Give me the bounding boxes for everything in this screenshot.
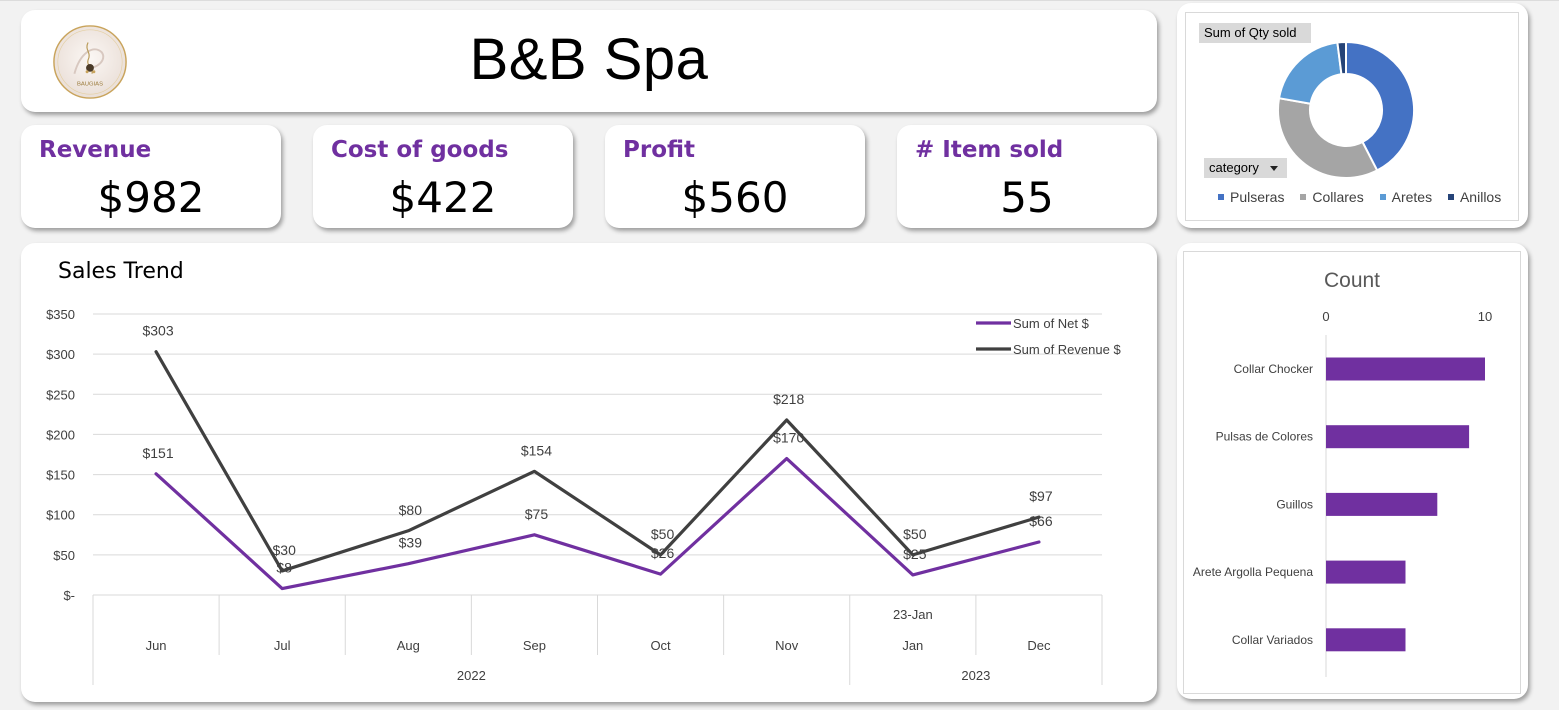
data-label: $50 — [903, 526, 927, 542]
x-tick-label: Nov — [775, 638, 799, 653]
kpi-card-cost: Cost of goods $422 — [313, 125, 573, 228]
count-bar — [1326, 425, 1470, 449]
kpi-value: $982 — [97, 173, 205, 222]
top-border — [0, 0, 1559, 1]
kpi-label: # Item sold — [915, 137, 1064, 163]
count-bar — [1326, 628, 1406, 652]
donut-slice-aretes — [1277, 41, 1343, 105]
kpi-value: $422 — [389, 173, 497, 222]
kpi-card-revenue: Revenue $982 — [21, 125, 281, 228]
y-tick-label: $100 — [46, 508, 75, 523]
kpi-card-items: # Item sold 55 — [897, 125, 1157, 228]
kpi-label: Profit — [623, 137, 696, 163]
legend-swatch — [1218, 194, 1224, 200]
data-label: $303 — [142, 323, 173, 339]
data-label: $26 — [651, 545, 675, 561]
y-tick-label: $250 — [46, 387, 75, 402]
x-tick-label: 10 — [1478, 309, 1492, 324]
legend-label: Sum of Net $ — [1013, 316, 1090, 331]
donut-legend: Pulseras Collares Aretes Anillos — [1218, 189, 1518, 205]
x-tick-label: Dec — [1027, 638, 1051, 653]
page-title: B&B Spa — [469, 27, 709, 92]
data-label: $80 — [399, 502, 423, 518]
category-label: category — [1209, 160, 1259, 175]
data-label: $8 — [276, 560, 292, 576]
data-label: $50 — [651, 526, 675, 542]
legend-label: Pulseras — [1230, 189, 1285, 205]
triangle-down-icon[interactable] — [1270, 166, 1278, 171]
data-label: $25 — [903, 546, 927, 562]
category-label: Pulsas de Colores — [1216, 430, 1313, 444]
x-tick-label: 0 — [1322, 309, 1329, 324]
category-label: Arete Argolla Pequena — [1193, 565, 1313, 579]
count-bar — [1326, 492, 1438, 516]
count-chart: Count 0 10 Collar Chocker Pulsas de Colores G… — [1193, 269, 1492, 677]
legend-label: Anillos — [1459, 189, 1502, 205]
data-label: $75 — [525, 506, 549, 522]
x-tick-label: Aug — [397, 638, 420, 653]
kpi-card-profit: Profit $560 — [605, 125, 865, 228]
x-tick-label: Jun — [146, 638, 167, 653]
x-sub-label: 23-Jan — [893, 607, 933, 622]
donut-slices — [1277, 40, 1415, 179]
legend-swatch — [1300, 194, 1307, 200]
kpi-label: Revenue — [39, 137, 152, 163]
y-tick-label: $300 — [46, 347, 75, 362]
y-tick-label: $350 — [46, 307, 75, 322]
legend-item-aretes: Aretes — [1379, 189, 1433, 205]
x-tick-label: Sep — [523, 638, 546, 653]
x-tick-label: Oct — [650, 638, 671, 653]
category-field-button[interactable]: category — [1204, 158, 1287, 178]
legend-swatch — [1379, 194, 1386, 200]
y-tick-label: $200 — [46, 427, 75, 442]
count-chart-title: Count — [1324, 269, 1380, 292]
count-card: Count 0 10 Collar Chocker Pulsas de Colores G… — [1177, 243, 1528, 699]
data-label: $30 — [273, 542, 297, 558]
donut-chart-area[interactable]: Sum of Qty sold category Pulseras Collar… — [1185, 12, 1519, 221]
category-label: Collar Variados — [1232, 633, 1313, 647]
legend-item-collares: Collares — [1300, 189, 1364, 205]
y-tick-label: $50 — [53, 548, 75, 563]
donut-card: Sum of Qty sold category Pulseras Collar… — [1177, 3, 1528, 228]
kpi-label: Cost of goods — [331, 137, 509, 163]
sales-trend-card: Sales Trend $- $50 $100 $150 $200 $250 $300 $35… — [21, 243, 1157, 702]
data-label: $151 — [142, 445, 173, 461]
category-label: Collar Chocker — [1234, 362, 1313, 376]
sales-trend-chart[interactable]: $- $50 $100 $150 $200 $250 $300 $350 2022 2023 Jun… — [21, 243, 1157, 702]
count-bar — [1326, 357, 1485, 381]
data-label: $39 — [399, 535, 423, 551]
donut-slice-collares — [1277, 97, 1379, 179]
kpi-value: 55 — [1000, 173, 1054, 222]
legend-label: Aretes — [1391, 189, 1433, 205]
y-tick-label: $- — [63, 588, 75, 603]
year-label: 2022 — [457, 668, 486, 683]
category-label: Guillos — [1276, 497, 1313, 511]
x-tick-label: Jul — [274, 638, 291, 653]
legend-label: Collares — [1312, 189, 1364, 205]
legend-item-pulseras: Pulseras — [1218, 189, 1284, 205]
year-label: 2023 — [961, 668, 990, 683]
kpi-value: $560 — [681, 173, 789, 222]
legend-swatch — [1447, 194, 1454, 200]
data-label: $170 — [773, 430, 804, 446]
data-label: $97 — [1029, 488, 1053, 504]
header-card: BAUGIAS B&B Spa — [21, 10, 1157, 112]
data-label: $66 — [1029, 513, 1053, 529]
y-tick-label: $150 — [46, 468, 75, 483]
data-label: $154 — [521, 442, 552, 458]
x-tick-label: Jan — [902, 638, 923, 653]
legend-label: Sum of Revenue $ — [1013, 342, 1121, 357]
data-label: $218 — [773, 391, 804, 407]
legend-item-anillos: Anillos — [1447, 189, 1502, 205]
count-bar — [1326, 560, 1406, 584]
